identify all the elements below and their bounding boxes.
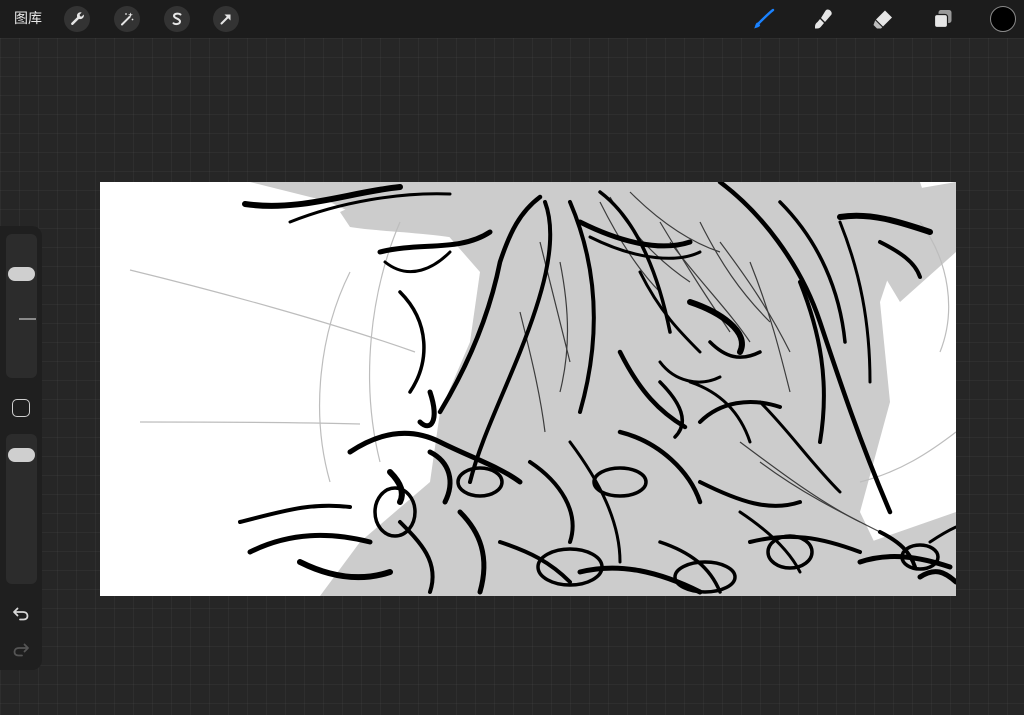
eraser-tool-button[interactable] bbox=[869, 5, 897, 33]
undo-arrow-icon bbox=[13, 607, 29, 621]
paint-tool-button[interactable] bbox=[750, 5, 778, 33]
left-sidebar bbox=[0, 226, 42, 670]
procreate-app: 图库 bbox=[0, 0, 1024, 715]
arrow-cursor-icon bbox=[220, 14, 231, 25]
top-toolbar: 图库 bbox=[0, 0, 1024, 38]
brush-size-thumb[interactable] bbox=[8, 267, 35, 282]
actions-button[interactable] bbox=[64, 6, 90, 32]
selection-button[interactable] bbox=[164, 6, 190, 32]
layers-button[interactable] bbox=[929, 5, 957, 33]
drawing-canvas[interactable] bbox=[100, 182, 956, 596]
brush-size-slider[interactable] bbox=[6, 234, 37, 378]
eraser-icon bbox=[873, 10, 892, 29]
layers-icon bbox=[933, 10, 952, 29]
smudge-finger-icon bbox=[815, 9, 832, 29]
redo-button[interactable] bbox=[10, 638, 32, 660]
redo-arrow-icon bbox=[13, 643, 29, 657]
adjustments-button[interactable] bbox=[114, 6, 140, 32]
size-slider-tick bbox=[19, 318, 36, 320]
gallery-button[interactable]: 图库 bbox=[14, 9, 42, 29]
selection-s-icon bbox=[172, 12, 182, 26]
undo-button[interactable] bbox=[10, 602, 32, 624]
brush-icon bbox=[754, 8, 775, 29]
color-swatch[interactable] bbox=[990, 6, 1016, 32]
magic-wand-icon bbox=[121, 12, 134, 26]
wrench-icon bbox=[71, 12, 84, 26]
sketch-artwork bbox=[129, 182, 956, 596]
smudge-tool-button[interactable] bbox=[810, 5, 838, 33]
modify-button[interactable] bbox=[12, 399, 30, 417]
transform-button[interactable] bbox=[213, 6, 239, 32]
brush-opacity-thumb[interactable] bbox=[8, 448, 35, 462]
